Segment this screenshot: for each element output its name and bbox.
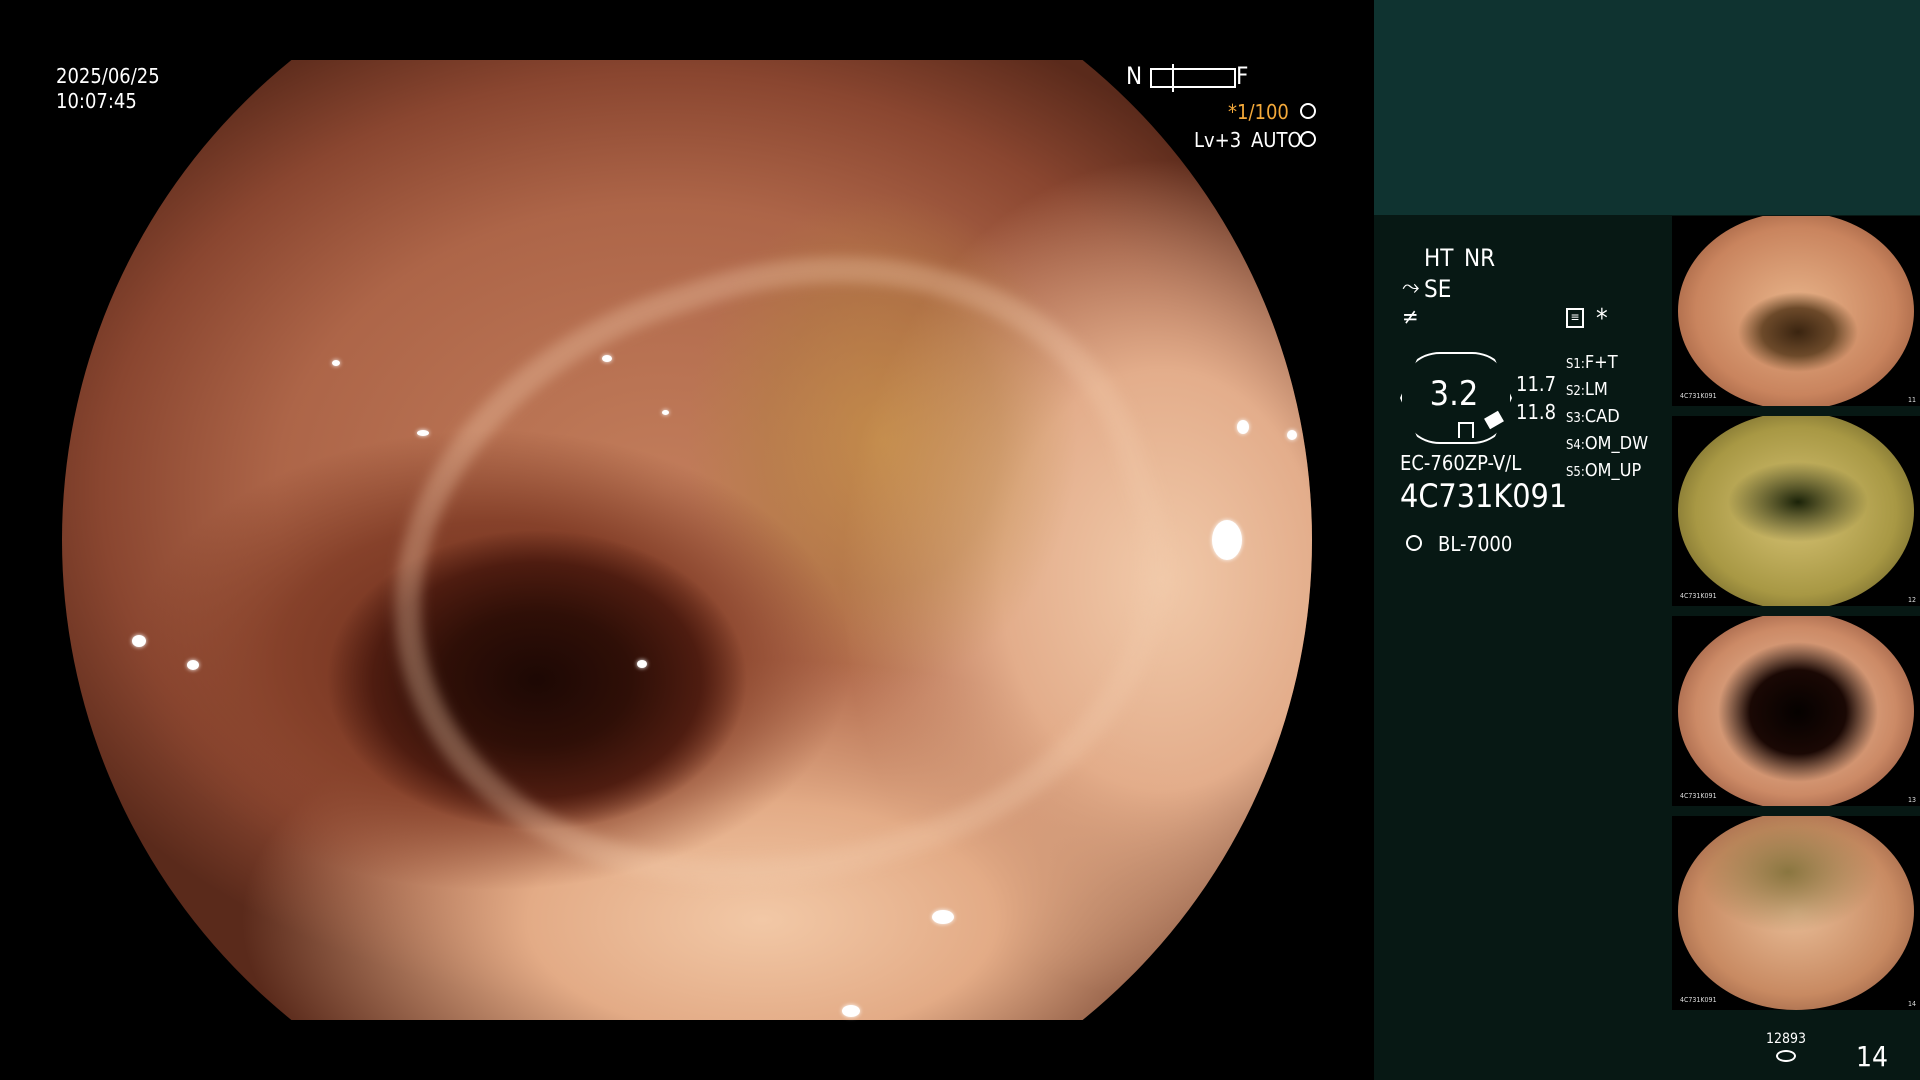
thumbnail-image (1678, 216, 1914, 406)
switch-row: S4:OM_DW (1566, 431, 1648, 458)
thumbnail-label: 4C731K091 (1680, 592, 1717, 600)
focus-bar (1150, 64, 1236, 92)
switch-row: S1:F+T (1566, 350, 1648, 377)
storage-icon (1776, 1050, 1796, 1062)
thumbnail-image (1678, 816, 1914, 1010)
focus-near-label: N (1126, 62, 1143, 90)
value-top: 11.7 (1516, 372, 1557, 396)
storage-count: 12893 (1766, 1031, 1807, 1047)
mode-se: SE (1424, 275, 1452, 303)
switch-key: S2: (1566, 384, 1585, 399)
asterisk-label: * (1596, 304, 1608, 334)
light-reflection (332, 360, 340, 366)
thumbnail-label: 4C731K091 (1680, 792, 1717, 800)
switch-value: LM (1584, 379, 1608, 400)
focus-indicator (1172, 64, 1174, 92)
light-reflection (187, 660, 199, 670)
switch-row: S2:LM (1566, 377, 1648, 404)
connector-icon: ≠ (1402, 305, 1419, 330)
thumbnail-index: 12 (1907, 596, 1916, 604)
level-label: Lv+3 (1194, 128, 1242, 152)
light-reflection (932, 910, 954, 924)
switch-key: S3: (1566, 411, 1585, 426)
thumbnail-image (1678, 416, 1914, 606)
light-reflection (662, 410, 669, 415)
light-reflection (602, 355, 612, 362)
light-source: BL-7000 (1438, 532, 1513, 556)
switch-key: S1: (1566, 357, 1585, 372)
mucosal-fold (316, 165, 1240, 987)
thumbnail[interactable]: 4C731K091 12 (1672, 416, 1920, 606)
scope-icon: ⤳ (1402, 275, 1420, 300)
thumbnail-image (1678, 616, 1914, 806)
iris-icon (1300, 131, 1316, 147)
thumbnail-label: 4C731K091 (1680, 996, 1717, 1004)
light-reflection (1212, 520, 1242, 560)
light-reflection (417, 430, 429, 436)
light-reflection (132, 635, 146, 647)
magnification-value: 3.2 (1429, 374, 1479, 414)
date-label: 2025/06/25 (56, 64, 160, 88)
switch-row: S3:CAD (1566, 404, 1648, 431)
shutter-label: *1/100 (1228, 100, 1289, 124)
thumbnail-index: 13 (1907, 796, 1916, 804)
thumbnail[interactable]: 4C731K091 13 (1672, 616, 1920, 806)
value-bottom: 11.8 (1516, 400, 1557, 424)
image-count: 14 (1856, 1040, 1889, 1073)
switch-list: S1:F+T S2:LM S3:CAD S4:OM_DW S5:OM_UP (1566, 350, 1648, 485)
meter-marker (1458, 422, 1474, 438)
thumbnail[interactable]: 4C731K091 14 (1672, 816, 1920, 1010)
switch-row: S5:OM_UP (1566, 458, 1648, 485)
thumbnail-index: 14 (1907, 1000, 1916, 1008)
iris-mode-label: AUTO (1251, 128, 1302, 152)
light-reflection (637, 660, 647, 668)
scope-model: EC-760ZP-V/L (1400, 451, 1522, 475)
light-reflection (1237, 420, 1249, 434)
switch-value: OM_UP (1584, 460, 1642, 481)
switch-key: S5: (1566, 465, 1585, 480)
focus-far-label: F (1236, 62, 1249, 90)
scope-serial: 4C731K091 (1400, 477, 1568, 515)
endoscope-image (62, 60, 1312, 1020)
light-reflection (842, 1005, 860, 1017)
switch-value: OM_DW (1584, 433, 1649, 454)
switch-key: S4: (1566, 438, 1585, 453)
memory-icon-lines: ≡ (1570, 310, 1580, 324)
time-label: 10:07:45 (56, 89, 137, 113)
mode-ht: HT (1424, 244, 1454, 272)
light-reflection (1287, 430, 1297, 440)
thumbnail-label: 4C731K091 (1680, 392, 1717, 400)
switch-value: F+T (1584, 352, 1618, 373)
panel-header (1374, 0, 1920, 215)
light-source-icon (1406, 535, 1422, 551)
freeze-icon (1300, 103, 1316, 119)
mode-nr: NR (1464, 244, 1496, 272)
switch-value: CAD (1584, 406, 1620, 427)
thumbnail[interactable]: 4C731K091 11 (1672, 216, 1920, 406)
thumbnail-index: 11 (1907, 396, 1916, 404)
